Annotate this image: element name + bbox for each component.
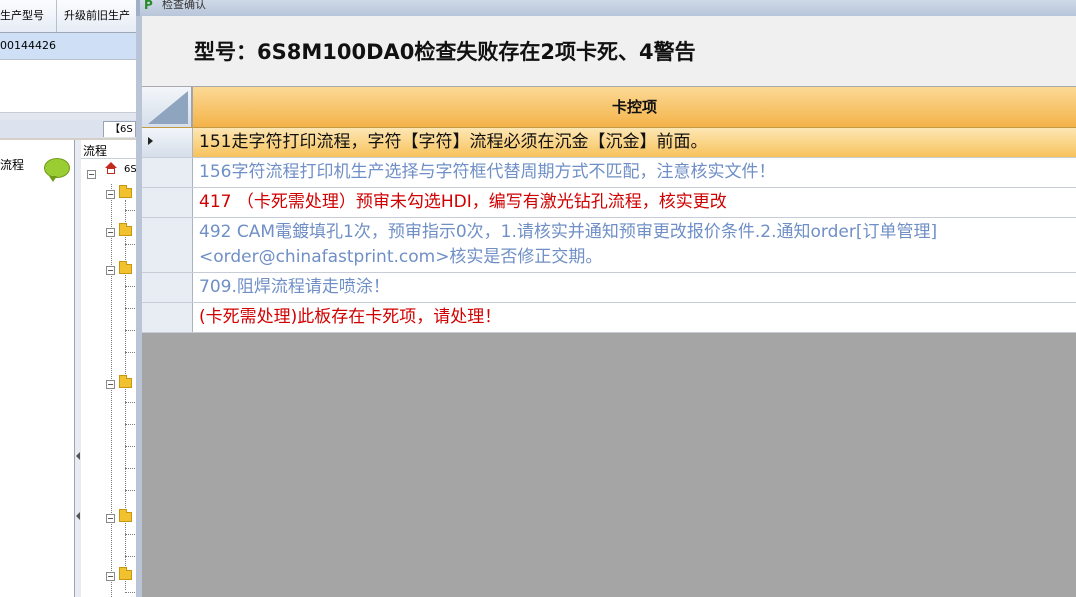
left-process-panel: 流程 (0, 140, 75, 597)
table-row[interactable]: 156字符流程打印机生产选择与字符框代替周期方式不匹配，注意核实文件！ (142, 158, 1076, 188)
control-item-cell[interactable]: (卡死需处理)此板存在卡死项，请处理！ (193, 303, 1076, 332)
grid-header: 卡控项 (142, 87, 1076, 128)
tree-root-label[interactable]: 6S (124, 164, 137, 175)
process-tree-panel: 流程 − 6S − − − − − − (81, 140, 140, 597)
background-grid-row[interactable]: 00144426 (0, 33, 136, 60)
chat-bubble-icon[interactable] (44, 158, 70, 182)
tree-panel-label: 流程 (83, 144, 108, 158)
control-item-cell[interactable]: 709.阻焊流程请走喷涂！ (193, 273, 1076, 302)
table-row[interactable]: 151走字符打印流程，字符【字符】流程必须在沉金【沉金】前面。 (142, 128, 1076, 158)
control-item-cell[interactable]: 417 （卡死需处理）预审未勾选HDI，编写有激光钻孔流程，核实更改 (193, 188, 1076, 217)
dialog-header-panel: 型号：6S8M100DA0检查失败存在2项卡死、4警告 (142, 16, 1076, 87)
grid-rows: 151走字符打印流程，字符【字符】流程必须在沉金【沉金】前面。 156字符流程打印… (142, 128, 1076, 333)
column-header-model[interactable]: 生产型号 (0, 0, 57, 32)
column-header-control-item[interactable]: 卡控项 (193, 87, 1076, 127)
folder-icon[interactable] (119, 375, 132, 388)
background-grid-empty-area (0, 60, 136, 112)
column-header-old-model[interactable]: 升级前旧生产 (58, 0, 138, 32)
tree-expander-icon[interactable]: − (106, 228, 115, 237)
tree-expander-icon[interactable]: − (106, 514, 115, 523)
table-row[interactable]: 492 CAM電鍍填孔1次，预审指示0次，1.请核实并通知预审更改报价条件.2.… (142, 218, 1076, 273)
app-icon: P (144, 0, 153, 12)
tree-expander-icon[interactable]: − (106, 572, 115, 581)
tab-model[interactable]: 【6S (103, 121, 136, 137)
dialog-content: 型号：6S8M100DA0检查失败存在2项卡死、4警告 卡控项 151走字符打印… (142, 16, 1076, 597)
left-panel-label: 流程 (0, 158, 25, 172)
tree-expander-icon[interactable]: − (87, 170, 96, 179)
control-items-grid: 卡控项 151走字符打印流程，字符【字符】流程必须在沉金【沉金】前面。 156字符… (142, 87, 1076, 333)
table-row[interactable]: (卡死需处理)此板存在卡死项，请处理！ (142, 303, 1076, 333)
table-row[interactable]: 417 （卡死需处理）预审未勾选HDI，编写有激光钻孔流程，核实更改 (142, 188, 1076, 218)
check-result-heading: 型号：6S8M100DA0检查失败存在2项卡死、4警告 (194, 40, 696, 64)
background-grid-header: 生产型号 升级前旧生产 (0, 0, 140, 33)
folder-icon[interactable] (119, 567, 132, 580)
folder-icon[interactable] (119, 509, 132, 522)
control-item-cell[interactable]: 151走字符打印流程，字符【字符】流程必须在沉金【沉金】前面。 (193, 128, 1076, 157)
folder-icon[interactable] (119, 185, 132, 198)
folder-icon[interactable] (119, 223, 132, 236)
check-confirm-dialog: P 检查确认 型号：6S8M100DA0检查失败存在2项卡死、4警告 卡控项 1… (136, 0, 1076, 597)
collapse-arrow-icon[interactable] (76, 452, 80, 462)
tree-expander-icon[interactable]: − (106, 190, 115, 199)
home-icon (105, 162, 117, 176)
tree-expander-icon[interactable]: − (106, 380, 115, 389)
row-model-value: 00144426 (0, 39, 56, 52)
current-row-arrow-icon (148, 137, 153, 145)
select-all-corner[interactable] (142, 87, 192, 127)
dialog-title: 检查确认 (162, 0, 206, 11)
control-item-cell[interactable]: 156字符流程打印机生产选择与字符框代替周期方式不匹配，注意核实文件！ (193, 158, 1076, 187)
collapse-arrow-icon[interactable] (76, 512, 80, 522)
row-header[interactable] (142, 273, 193, 302)
row-header[interactable] (142, 158, 193, 187)
row-header[interactable] (142, 188, 193, 217)
dialog-titlebar[interactable]: P 检查确认 (136, 0, 1076, 16)
row-header[interactable] (142, 303, 193, 332)
control-item-cell[interactable]: 492 CAM電鍍填孔1次，预审指示0次，1.请核实并通知预审更改报价条件.2.… (193, 218, 1076, 272)
folder-icon[interactable] (119, 261, 132, 274)
row-header[interactable] (142, 218, 193, 272)
tree-expander-icon[interactable]: − (106, 266, 115, 275)
table-row[interactable]: 709.阻焊流程请走喷涂！ (142, 273, 1076, 303)
row-header[interactable] (142, 128, 193, 157)
